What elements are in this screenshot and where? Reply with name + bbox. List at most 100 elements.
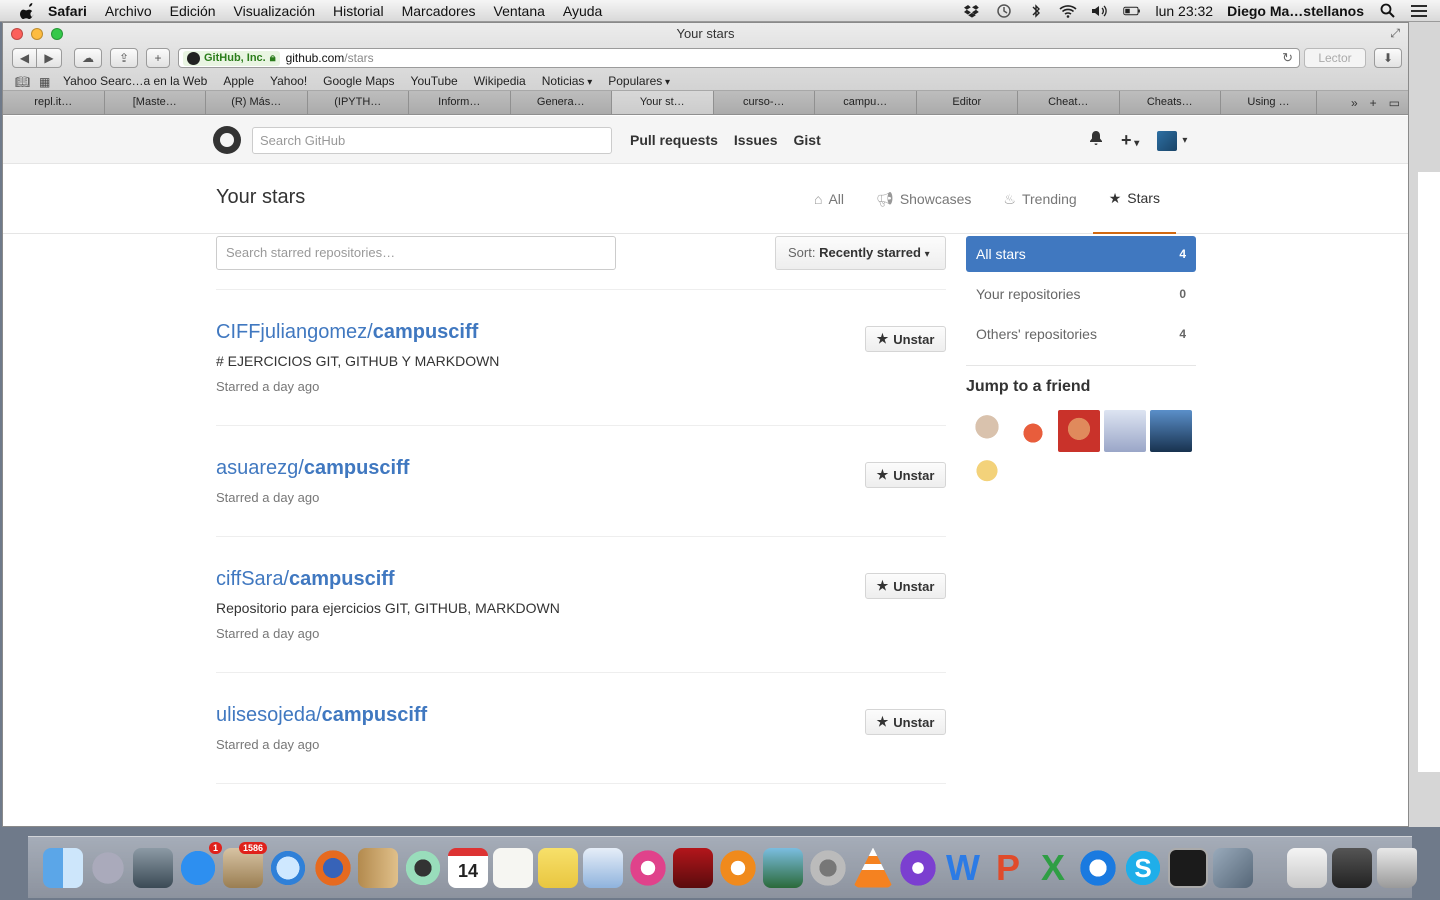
terminal-icon[interactable] [1168,847,1208,888]
documents-stack-icon[interactable] [1287,847,1327,888]
calendar-icon[interactable]: 14 [448,847,488,888]
bookmark-google-maps[interactable]: Google Maps [323,74,394,88]
word-icon[interactable]: W [943,847,983,888]
preview-icon[interactable] [583,847,623,888]
menu-ventana[interactable]: Ventana [494,3,545,19]
unstar-button[interactable]: ★ Unstar [865,709,946,735]
address-bar[interactable]: GitHub, Inc. 🔒︎ github.com/stars ↻ [178,48,1300,68]
menu-clock[interactable]: lun 23:32 [1155,3,1213,19]
photo-app-icon[interactable] [133,847,173,888]
mail-icon[interactable]: 1586 [223,841,267,888]
forward-button[interactable]: ▶ [37,48,62,68]
tab-curso[interactable]: curso-… [714,91,815,114]
bookmark-yahoo[interactable]: Yahoo! [270,74,307,88]
bookmarks-book-icon[interactable]: 📖︎ [15,75,31,89]
bookmark-apple[interactable]: Apple [223,74,254,88]
friend-avatar[interactable] [966,456,1008,498]
tab-your-stars[interactable]: Your st… [612,91,714,114]
bookmark-populares[interactable]: Populares [608,74,670,88]
teamviewer-icon[interactable] [1078,847,1118,888]
unstar-button[interactable]: ★ Unstar [865,326,946,352]
friend-avatar[interactable] [1104,410,1146,452]
tab-master[interactable]: [Maste… [105,91,206,114]
ibooks-icon[interactable] [718,847,758,888]
friend-avatar[interactable] [966,410,1008,452]
tab-overview-icon[interactable]: ▭ [1389,96,1400,110]
trash-icon[interactable] [1377,847,1417,888]
iphoto-icon[interactable] [763,847,803,888]
torrent-icon[interactable] [898,847,938,888]
tab-genera[interactable]: Genera… [511,91,612,114]
repo-link[interactable]: ciffSara/campusciff [216,568,946,591]
nav-gist[interactable]: Gist [794,132,821,148]
time-machine-icon[interactable] [995,3,1013,18]
tab-ipython[interactable]: (IPYTH… [308,91,409,114]
tab-cheat[interactable]: Cheat… [1018,91,1120,114]
tab-campu[interactable]: campu… [815,91,917,114]
unstar-button[interactable]: ★ Unstar [865,462,946,488]
friend-avatar[interactable] [1012,410,1054,452]
firefox-icon[interactable] [313,847,353,888]
bell-icon[interactable] [1089,130,1103,151]
sort-dropdown[interactable]: Sort: Recently starred ▾ [775,236,946,270]
menu-visualizacion[interactable]: Visualización [234,3,315,19]
fullscreen-icon[interactable]: ⤢ [1390,26,1400,41]
unstar-button[interactable]: ★ Unstar [865,573,946,599]
nav-issues[interactable]: Issues [734,132,778,148]
menu-edicion[interactable]: Edición [170,3,216,19]
preview-photos-icon[interactable] [1213,847,1253,888]
photo-booth-icon[interactable] [673,847,713,888]
tab-r-mas[interactable]: (R) Más… [206,91,308,114]
repo-link[interactable]: CIFFjuliangomez/campusciff [216,321,946,344]
friend-avatar[interactable] [1058,410,1100,452]
notification-center-icon[interactable] [1410,4,1428,18]
starred-search-input[interactable]: Search starred repositories… [216,236,616,270]
menu-marcadores[interactable]: Marcadores [402,3,476,19]
powerpoint-icon[interactable]: P [988,847,1028,888]
filter-your-repositories[interactable]: Your repositories 0 [966,276,1196,312]
menu-ayuda[interactable]: Ayuda [563,3,602,19]
finder-icon[interactable] [43,847,83,888]
tab-all[interactable]: ⌂ All [798,164,860,234]
new-tab-button[interactable]: + [146,48,170,68]
bookmark-yahoo-search[interactable]: Yahoo Searc…a en la Web [63,74,207,88]
github-search-input[interactable]: Search GitHub [252,127,612,154]
notes-icon[interactable] [538,847,578,888]
reader-button[interactable]: Lector [1304,48,1366,68]
menu-user[interactable]: Diego Ma…stellanos [1227,3,1364,19]
battery-icon[interactable] [1123,4,1141,18]
icloud-tabs-button[interactable]: ☁ [74,48,102,68]
tab-stars[interactable]: ★ Stars [1092,164,1176,234]
github-octocat-icon[interactable] [213,126,241,154]
share-button[interactable]: ⇪ [110,48,138,68]
add-tab-icon[interactable]: + [1370,96,1377,110]
bluetooth-icon[interactable] [1027,3,1045,18]
filter-others-repositories[interactable]: Others' repositories 4 [966,316,1196,352]
dropbox-icon[interactable] [963,4,981,18]
downloads-button[interactable]: ⬇ [1374,48,1402,68]
system-preferences-icon[interactable] [808,847,848,888]
excel-icon[interactable]: X [1033,847,1073,888]
app-store-icon[interactable]: 1 [178,841,222,888]
menu-historial[interactable]: Historial [333,3,384,19]
bookmark-wikipedia[interactable]: Wikipedia [474,74,526,88]
tab-using[interactable]: Using … [1221,91,1317,114]
wifi-icon[interactable] [1059,4,1078,18]
reload-icon[interactable]: ↻ [1282,50,1293,66]
user-menu[interactable]: ▾ [1157,130,1187,151]
ev-certificate-badge[interactable]: GitHub, Inc. 🔒︎ [183,50,280,66]
filter-all-stars[interactable]: All stars 4 [966,236,1196,272]
tab-cheats[interactable]: Cheats… [1120,91,1221,114]
volume-icon[interactable] [1091,4,1109,18]
vlc-icon[interactable] [853,847,893,888]
bookmark-youtube[interactable]: YouTube [411,74,458,88]
spotlight-icon[interactable] [1378,3,1396,18]
top-sites-grid-icon[interactable]: ▦ [39,75,55,89]
friend-avatar[interactable] [1150,410,1192,452]
tab-replit[interactable]: repl.it… [3,91,105,114]
tab-showcases[interactable]: 📢︎ Showcases [860,164,987,234]
apple-menu-icon[interactable] [18,2,36,19]
menu-archivo[interactable]: Archivo [105,3,152,19]
downloads-stack-icon[interactable] [1332,847,1372,888]
menu-safari[interactable]: Safari [48,3,87,19]
